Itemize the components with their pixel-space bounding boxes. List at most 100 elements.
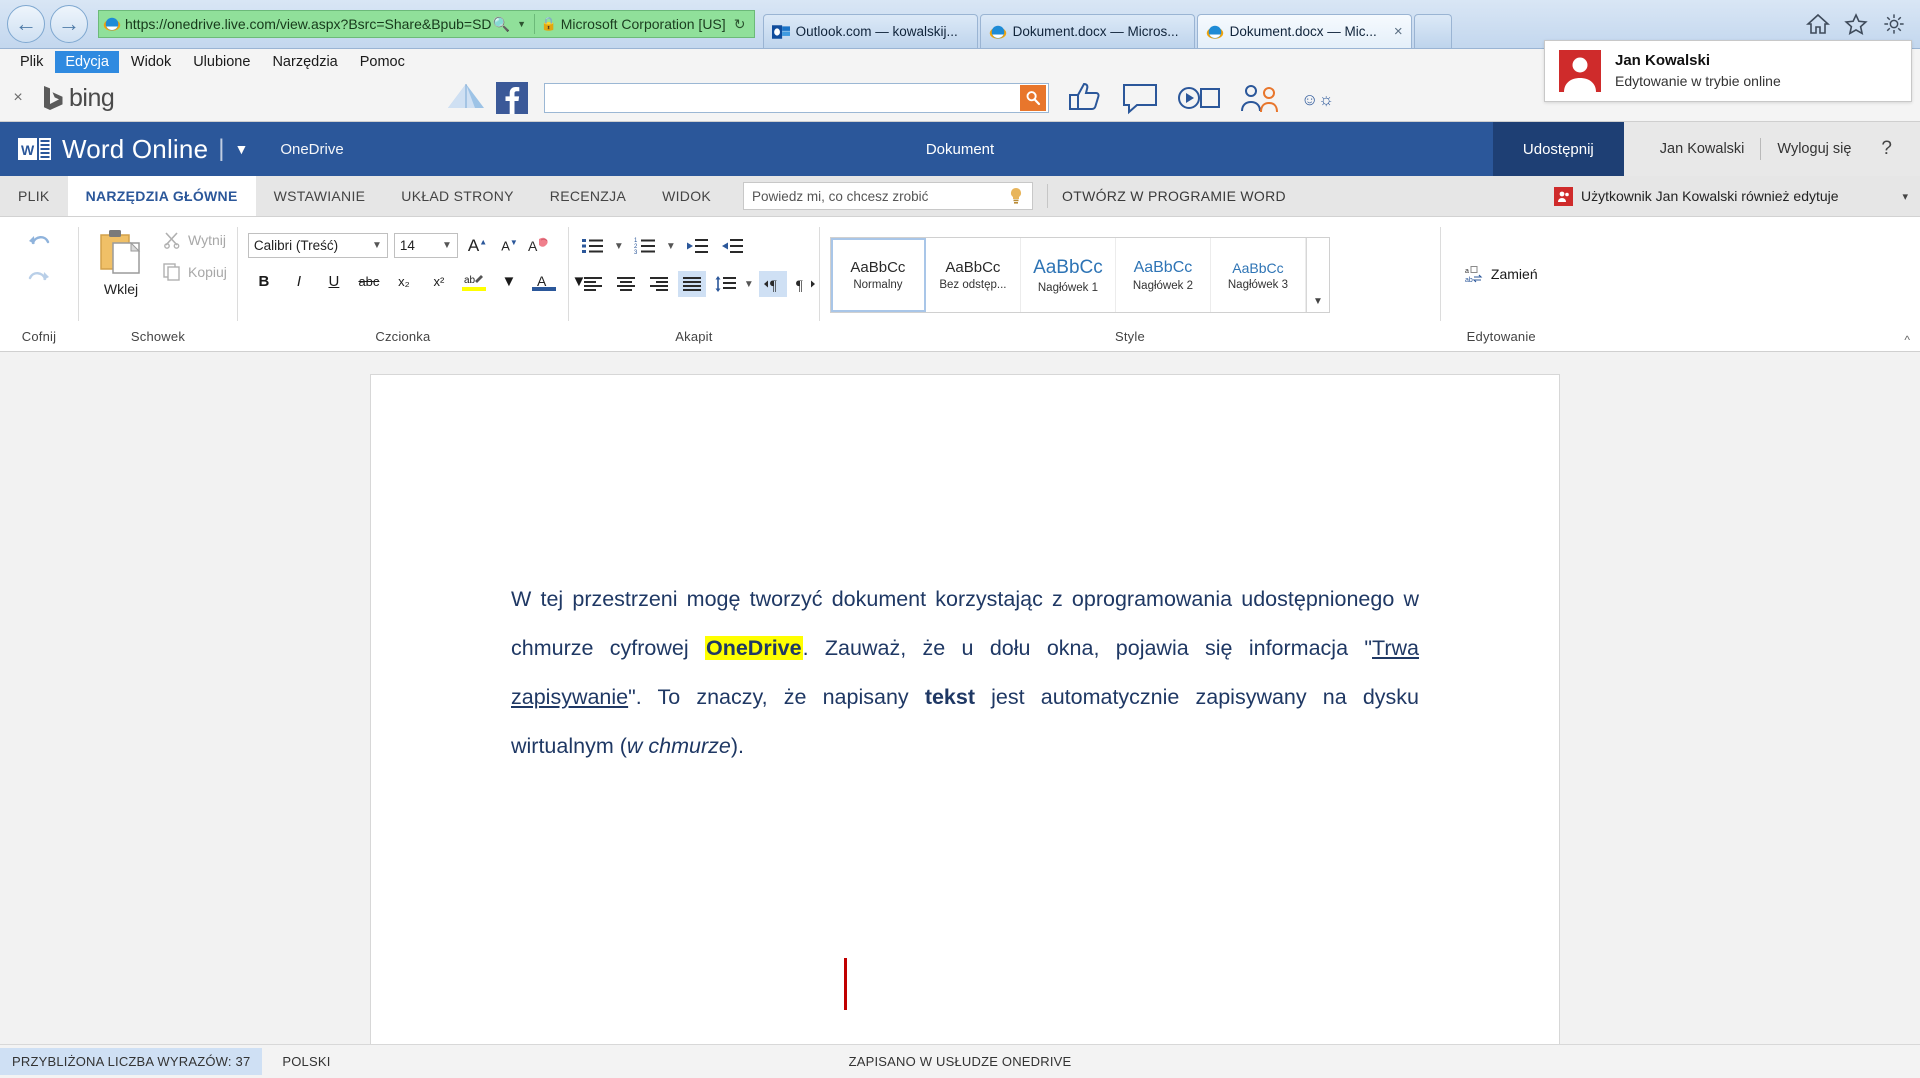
people-icon[interactable] [1239,81,1285,115]
collaborator-banner[interactable]: Użytkownik Jan Kowalski również edytuje … [1540,176,1920,216]
menu-item-ulubione[interactable]: Ulubione [183,51,260,73]
styles-more-button[interactable]: ▼ [1305,238,1329,312]
forward-button[interactable]: → [50,5,88,43]
copy-icon [163,263,180,281]
refresh-icon[interactable]: ↻ [730,16,750,33]
bullets-dropdown-icon[interactable]: ▼ [614,241,624,252]
numbering-dropdown-icon[interactable]: ▼ [666,241,676,252]
italic-button[interactable]: I [283,268,315,294]
copy-button[interactable]: Kopiuj [163,263,227,281]
font-name-input[interactable]: Calibri (Treść) ▼ [247,233,388,258]
chat-bubble-icon[interactable] [1121,81,1159,115]
shrink-font-icon[interactable]: A▼ [497,238,522,253]
open-in-word-button[interactable]: OTWÓRZ W PROGRAMIE WORD [1062,188,1286,204]
tab-plik[interactable]: PLIK [0,176,68,216]
svg-text:☺☼: ☺☼ [1301,90,1334,109]
line-spacing-dropdown-icon[interactable]: ▼ [744,279,754,290]
align-justify-icon[interactable] [677,271,706,297]
video-icon[interactable] [1175,81,1223,115]
chevron-down-icon[interactable]: ▼ [372,240,382,251]
bing-search-input[interactable] [544,83,1050,113]
menu-item-widok[interactable]: Widok [121,51,181,73]
line-spacing-icon[interactable] [711,271,739,297]
clear-formatting-icon[interactable]: A [528,236,550,256]
tab-widok[interactable]: WIDOK [644,176,729,216]
collapse-ribbon-icon[interactable]: ^ [1904,333,1910,347]
address-bar[interactable]: https://onedrive.live.com/view.aspx?Bsrc… [98,10,755,38]
collaborator-banner-text: Użytkownik Jan Kowalski również edytuje [1581,188,1839,204]
strikethrough-button[interactable]: abc [353,268,385,294]
font-size-input[interactable]: 14 ▼ [393,233,458,258]
browser-tab-dokument-2-active[interactable]: Dokument.docx — Mic... × [1196,14,1412,48]
cut-button[interactable]: Wytnij [163,231,227,249]
back-button[interactable]: ← [7,5,45,43]
facebook-icon[interactable] [496,82,529,114]
superscript-button[interactable]: x² [423,268,455,294]
align-right-icon[interactable] [645,271,673,297]
document-canvas[interactable]: W tej przestrzeni mogę tworzyć dokument … [0,352,1920,1044]
account-name[interactable]: Jan Kowalski [1644,141,1761,157]
style-item-normalny[interactable]: AaBbCc Normalny [830,238,926,312]
style-item-naglowek-1[interactable]: AaBbCc Nagłówek 1 [1021,238,1116,312]
browser-tab-dokument-1[interactable]: Dokument.docx — Micros... [979,14,1195,48]
style-item-naglowek-3[interactable]: AaBbCc Nagłówek 3 [1211,238,1306,312]
menu-item-edycja[interactable]: Edycja [55,51,119,73]
thumbs-up-icon[interactable] [1067,81,1105,115]
menu-item-narzedzia[interactable]: Narzędzia [262,51,347,73]
highlight-dropdown-icon[interactable]: ▼ [493,268,525,294]
collaborator-card[interactable]: Jan Kowalski Edytowanie w trybie online [1544,40,1912,102]
close-icon[interactable]: × [0,89,36,107]
chevron-down-icon[interactable]: ▾ [1902,190,1920,203]
text-highlight-icon[interactable]: ab [458,268,490,294]
home-icon[interactable] [1806,13,1830,35]
favorites-star-icon[interactable] [1844,13,1868,35]
tab-wstawianie[interactable]: WSTAWIANIE [256,176,384,216]
increase-indent-icon[interactable] [718,233,746,259]
bullet-list-icon[interactable] [579,233,607,259]
menu-item-plik[interactable]: Plik [10,51,53,73]
style-item-bez-odstepow[interactable]: AaBbCc Bez odstęp... [926,238,1021,312]
undo-arrow-icon[interactable] [26,231,52,253]
games-icon[interactable]: ☺☼ [1301,81,1357,115]
bold-button[interactable]: B [248,268,280,294]
new-tab-button[interactable] [1413,14,1452,48]
word-brand[interactable]: W Word Online | ▼ OneDrive [0,134,344,165]
document-page[interactable]: W tej przestrzeni mogę tworzyć dokument … [370,374,1560,1044]
right-to-left-icon[interactable]: ¶ [792,271,820,297]
styles-gallery: AaBbCc Normalny AaBbCc Bez odstęp... AaB… [829,237,1330,313]
grow-font-icon[interactable]: A▲ [464,236,491,256]
tab-uklad-strony[interactable]: UKŁAD STRONY [383,176,532,216]
share-button[interactable]: Udostępnij [1492,122,1624,176]
chevron-down-icon[interactable]: ▼ [442,240,452,251]
paragraph-highlighted-onedrive: OneDrive [704,636,803,661]
redo-arrow-icon[interactable] [26,267,52,289]
style-item-naglowek-2[interactable]: AaBbCc Nagłówek 2 [1116,238,1211,312]
replace-button[interactable]: a ab Zamień [1465,265,1538,283]
numbered-list-icon[interactable]: 123 [631,233,659,259]
tell-me-input[interactable]: Powiedz mi, co chcesz zrobić [743,182,1034,210]
browser-tab-outlook[interactable]: Outlook.com — kowalskij... [762,14,978,48]
document-paragraph[interactable]: W tej przestrzeni mogę tworzyć dokument … [511,575,1419,771]
paste-button[interactable]: Wklej [89,225,157,297]
help-button[interactable]: ? [1867,138,1906,160]
decrease-indent-icon[interactable] [683,233,711,259]
close-icon[interactable]: × [1394,23,1403,40]
tab-recenzja[interactable]: RECENZJA [532,176,644,216]
msn-kite-icon[interactable] [444,82,488,114]
align-left-icon[interactable] [579,271,607,297]
subscript-button[interactable]: x₂ [388,268,420,294]
tab-narzedzia-glowne[interactable]: NARZĘDZIA GŁÓWNE [67,176,256,216]
underline-button[interactable]: U [318,268,350,294]
storage-location-label[interactable]: OneDrive [280,141,343,158]
bing-logo[interactable]: bing [42,84,115,113]
chevron-down-icon[interactable]: ▼ [512,19,532,29]
menu-item-pomoc[interactable]: Pomoc [350,51,415,73]
sign-out-button[interactable]: Wyloguj się [1761,141,1867,157]
chevron-down-icon[interactable]: ▼ [234,141,248,157]
search-icon[interactable]: 🔍 [492,16,512,33]
align-center-icon[interactable] [612,271,640,297]
left-to-right-icon[interactable]: ¶ [758,271,787,297]
settings-gear-icon[interactable] [1882,13,1906,35]
search-go-icon[interactable] [1020,85,1047,111]
font-color-icon[interactable]: A [528,268,560,294]
